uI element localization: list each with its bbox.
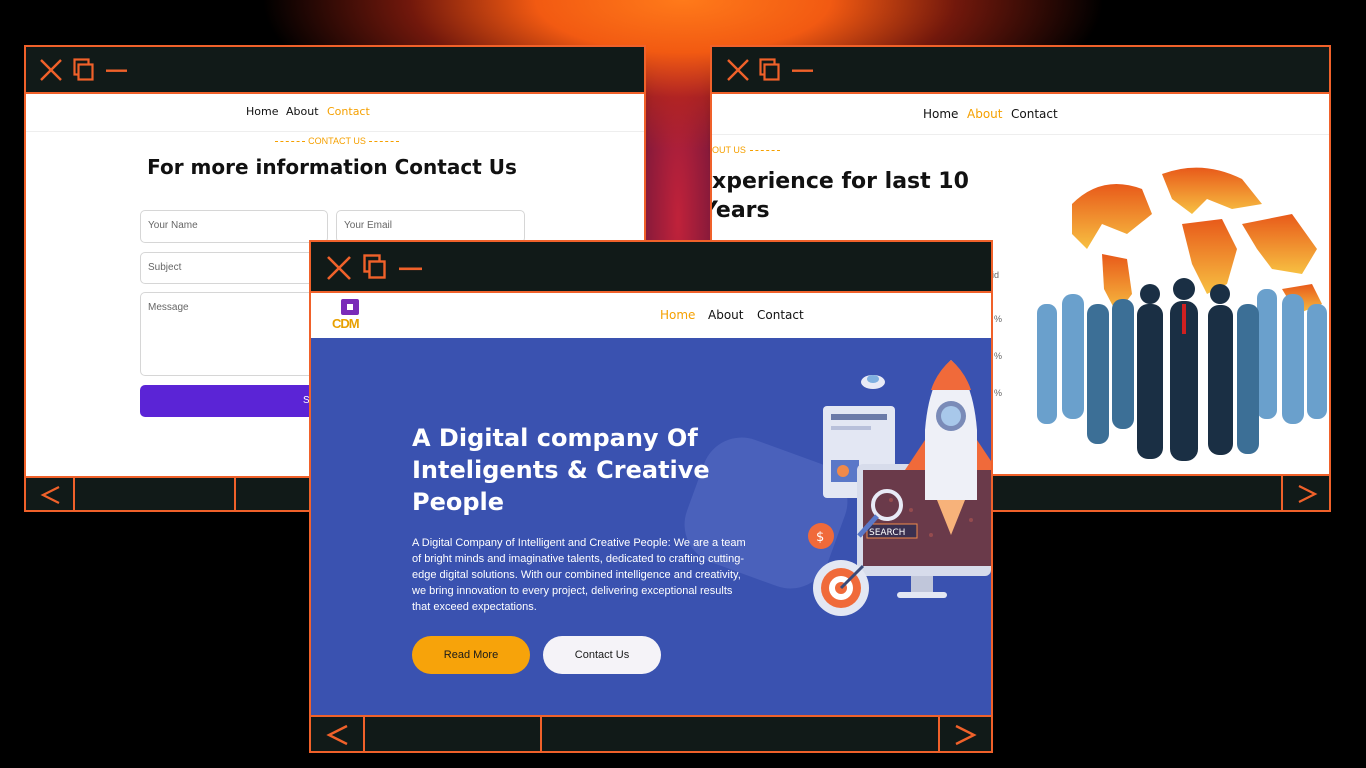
name-field[interactable]: Your Name [140, 210, 328, 243]
nav-about[interactable]: About [708, 308, 743, 322]
hero-description-line: of bright minds and imaginative talents,… [412, 553, 745, 565]
titlebar [712, 47, 1329, 94]
nav-contact[interactable]: Contact [757, 308, 804, 322]
logo[interactable]: CDM [332, 299, 368, 333]
navbar: Home About Contact [26, 94, 644, 132]
prev-arrow-icon[interactable] [40, 484, 62, 506]
next-arrow-icon[interactable] [953, 724, 977, 746]
nav-home[interactable]: Home [660, 308, 695, 322]
page-title-line-2: Years [712, 198, 770, 223]
home-page: CDM Home About Contact A Digital company… [311, 293, 991, 717]
close-icon[interactable] [727, 59, 749, 81]
email-field[interactable]: Your Email [336, 210, 525, 243]
rocket-monitor-illustration: SEARCH $ [808, 360, 991, 616]
nav-home[interactable]: Home [923, 107, 958, 121]
hero-description-line: A Digital Company of Intelligent and Cre… [412, 537, 746, 549]
bottom-bar [311, 715, 991, 751]
minimize-icon[interactable] [399, 267, 423, 271]
restore-icon[interactable] [73, 58, 95, 82]
bottom-bar-cell [1281, 476, 1283, 510]
nav-contact[interactable]: Contact [1011, 107, 1058, 121]
bottom-bar-cell [234, 478, 236, 510]
hero-title-line-2: Inteligents & Creative [412, 456, 710, 484]
side-text: % [994, 351, 1003, 361]
hero: A Digital company Of Inteligents & Creat… [311, 338, 991, 717]
nav-about[interactable]: About [967, 107, 1002, 121]
page-title-line-1: xperience for last 10 [712, 169, 969, 194]
close-icon[interactable] [40, 59, 62, 81]
navbar: Home About Contact [712, 94, 1329, 135]
logo-mark-cut [347, 304, 353, 310]
page-title: For more information Contact Us [147, 155, 517, 179]
subject-field[interactable]: Subject [140, 252, 328, 284]
hero-description: A Digital Company of Intelligent and Cre… [412, 535, 746, 615]
hero-title-line-1: A Digital company Of [412, 424, 698, 452]
read-more-button[interactable]: Read More [412, 636, 530, 674]
side-text: id [992, 270, 1000, 280]
minimize-icon[interactable] [106, 69, 128, 73]
submit-button[interactable]: Se [140, 385, 328, 417]
globe-people-illustration [1037, 167, 1327, 461]
hero-description-line: that exceed expectations. [412, 601, 537, 613]
svg-text:$: $ [816, 530, 824, 545]
contact-us-button[interactable]: Contact Us [543, 636, 661, 674]
side-text: % [994, 314, 1003, 324]
titlebar [26, 47, 644, 94]
prev-arrow-icon[interactable] [326, 724, 350, 746]
restore-icon[interactable] [759, 58, 781, 82]
titlebar [311, 242, 991, 293]
nav-about[interactable]: About [286, 105, 319, 118]
search-label: SEARCH [869, 528, 905, 538]
hero-description-line: we bring innovation to every project, de… [412, 585, 733, 597]
close-icon[interactable] [327, 256, 351, 280]
bottom-bar-cell [540, 717, 542, 751]
contact-us-label: Contact Us [574, 649, 630, 661]
minimize-icon[interactable] [792, 69, 814, 73]
restore-icon[interactable] [363, 254, 387, 280]
message-field[interactable]: Message [140, 292, 328, 376]
next-arrow-icon[interactable] [1296, 483, 1318, 505]
hero-description-line: edge digital solutions. With our combine… [412, 569, 741, 581]
bottom-bar-cell [363, 717, 365, 751]
bottom-bar-cell [73, 478, 75, 510]
side-text: % [994, 388, 1003, 398]
bottom-bar-cell [938, 717, 940, 751]
hero-title-line-3: People [412, 488, 505, 516]
nav-contact[interactable]: Contact [327, 105, 370, 118]
read-more-label: Read More [443, 649, 499, 661]
logo-text: CDM [332, 316, 360, 331]
home-window: CDM Home About Contact A Digital company… [309, 240, 993, 753]
navbar: CDM Home About Contact [311, 293, 991, 338]
eyebrow: CONTACT US [26, 136, 644, 146]
nav-home[interactable]: Home [246, 105, 278, 118]
eyebrow: OUT US [712, 145, 780, 155]
